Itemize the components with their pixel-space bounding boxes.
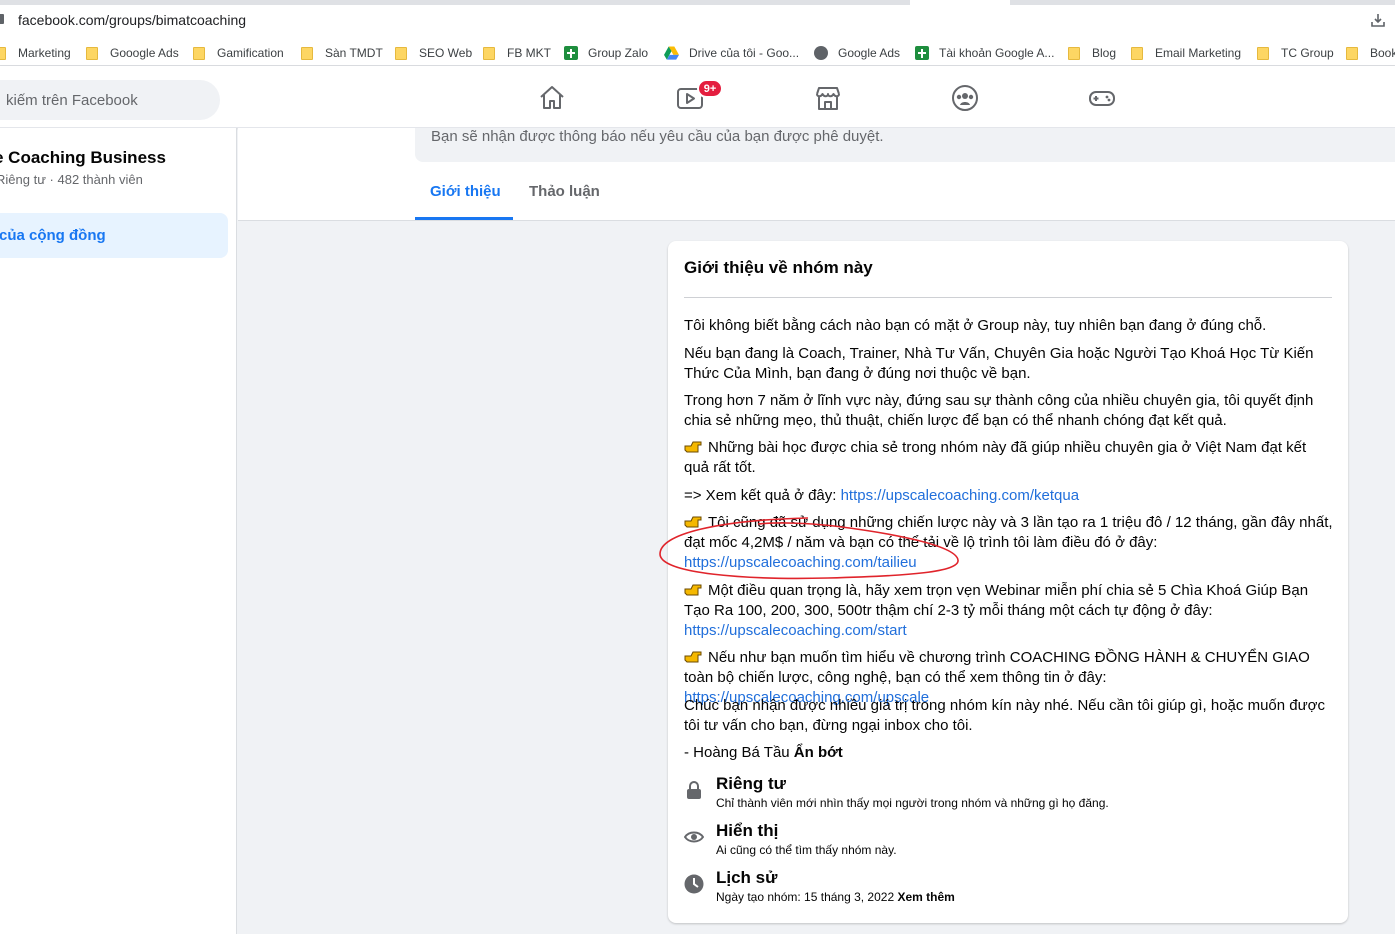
- marketplace-icon[interactable]: [814, 84, 842, 112]
- folder-icon: [301, 46, 313, 60]
- see-less-button[interactable]: Ẩn bớt: [794, 744, 843, 761]
- bookmark-gamification[interactable]: Gamification: [193, 45, 284, 61]
- group-privacy: Riêng tư: [0, 172, 46, 187]
- about-paragraph: Một điều quan trọng là, hãy xem trọn vẹn…: [684, 582, 1309, 639]
- about-paragraph: => Xem kết quả ở đây: https://upscalecoa…: [684, 487, 1080, 504]
- group-main-header: Bạn sẽ nhận được thông báo nếu yêu cầu c…: [238, 128, 1395, 221]
- tab-discussion[interactable]: Thảo luận: [529, 183, 600, 200]
- gaming-icon[interactable]: [1088, 84, 1116, 112]
- search-input[interactable]: kiếm trên Facebook: [0, 80, 220, 120]
- groups-icon[interactable]: [951, 84, 979, 112]
- about-paragraph: Tôi cũng đã sử dụng những chiến lược này…: [684, 514, 1333, 571]
- bookmark-marketing[interactable]: Marketing: [0, 45, 71, 61]
- about-card: Giới thiệu về nhóm này Tôi không biết bằ…: [668, 241, 1348, 923]
- left-sidebar: e Coaching Business Riêng tư · 482 thành…: [0, 128, 237, 934]
- sheets-icon: [564, 46, 578, 60]
- sidebar-item-community[interactable]: của cộng đồng: [0, 213, 228, 258]
- bookmark-email-marketing[interactable]: Email Marketing: [1131, 45, 1241, 61]
- google-drive-icon: [664, 46, 679, 60]
- start-link[interactable]: https://upscalecoaching.com/start: [684, 622, 907, 639]
- about-paragraph: Những bài học được chia sẻ trong nhóm nà…: [684, 439, 1307, 476]
- pointing-hand-icon: [684, 651, 702, 663]
- bookmark-google-ads[interactable]: Google Ads: [814, 45, 900, 61]
- bookmark-book[interactable]: Book: [1346, 45, 1395, 61]
- folder-icon: [1068, 46, 1080, 60]
- globe-icon: [814, 46, 828, 60]
- about-signature: - Hoàng Bá Tầu Ẩn bớt: [684, 744, 843, 761]
- bookmark-group-zalo[interactable]: Group Zalo: [564, 45, 648, 61]
- divider: [684, 297, 1332, 298]
- about-paragraph: Nếu bạn đang là Coach, Trainer, Nhà Tư V…: [684, 345, 1314, 382]
- folder-icon: [0, 46, 6, 60]
- bookmark-tai-khoan-google[interactable]: Tài khoản Google A...: [915, 45, 1054, 61]
- about-title: Giới thiệu về nhóm này: [684, 258, 873, 277]
- folder-icon: [1346, 46, 1358, 60]
- bookmarks-bar: Marketing Gooogle Ads Gamification Sàn T…: [0, 40, 1395, 66]
- bookmark-seo-web[interactable]: SEO Web: [395, 45, 472, 61]
- lock-icon: [687, 781, 701, 799]
- group-member-count[interactable]: 482 thành viên: [58, 172, 143, 187]
- group-name[interactable]: e Coaching Business: [0, 148, 166, 168]
- lock-icon[interactable]: [0, 14, 4, 24]
- clock-icon: [684, 874, 704, 894]
- ketqua-link[interactable]: https://upscalecoaching.com/ketqua: [841, 487, 1079, 504]
- bookmark-fb-mkt[interactable]: FB MKT: [483, 45, 551, 61]
- see-more-button[interactable]: Xem thêm: [897, 890, 954, 904]
- download-icon[interactable]: [1370, 12, 1386, 28]
- pointing-hand-icon: [684, 584, 702, 596]
- tailieu-link[interactable]: https://upscalecoaching.com/tailieu: [684, 554, 917, 571]
- bookmark-tc-group[interactable]: TC Group: [1257, 45, 1334, 61]
- tab-strip-edge: [0, 0, 1395, 5]
- tab-about[interactable]: Giới thiệu: [430, 183, 501, 200]
- sheets-icon: [915, 46, 929, 60]
- folder-icon: [1257, 46, 1269, 60]
- folder-icon: [483, 46, 495, 60]
- pointing-hand-icon: [684, 516, 702, 528]
- eye-icon: [684, 831, 704, 843]
- bookmark-san-tmdt[interactable]: Sàn TMDT: [301, 45, 383, 61]
- bookmark-drive[interactable]: Drive của tôi - Goo...: [664, 45, 799, 61]
- home-icon[interactable]: [538, 84, 566, 112]
- url-text[interactable]: facebook.com/groups/bimatcoaching: [18, 12, 246, 28]
- about-paragraph: Chúc bạn nhận được nhiều giá trị trong n…: [684, 697, 1325, 734]
- about-paragraph: Tôi không biết bằng cách nào bạn có mặt …: [684, 317, 1267, 334]
- about-paragraph: Trong hơn 7 năm ở lĩnh vực này, đứng sau…: [684, 392, 1314, 429]
- watch-notification-badge: 9+: [697, 79, 723, 98]
- folder-icon: [193, 46, 205, 60]
- pending-request-notice: Bạn sẽ nhận được thông báo nếu yêu cầu c…: [415, 128, 1395, 162]
- folder-icon: [395, 46, 407, 60]
- meta-separator: ·: [49, 172, 54, 187]
- folder-icon: [1131, 46, 1143, 60]
- bookmark-blog[interactable]: Blog: [1068, 45, 1116, 61]
- browser-address-bar: facebook.com/groups/bimatcoaching: [0, 0, 1395, 40]
- facebook-header: kiếm trên Facebook 9+: [0, 66, 1395, 128]
- active-tab-indicator: [415, 217, 513, 220]
- group-meta: Riêng tư · 482 thành viên: [0, 172, 143, 187]
- pointing-hand-icon: [684, 441, 702, 453]
- folder-icon: [86, 46, 98, 60]
- sidebar-item-label: của cộng đồng: [0, 227, 106, 244]
- bookmark-gooogle-ads[interactable]: Gooogle Ads: [86, 45, 179, 61]
